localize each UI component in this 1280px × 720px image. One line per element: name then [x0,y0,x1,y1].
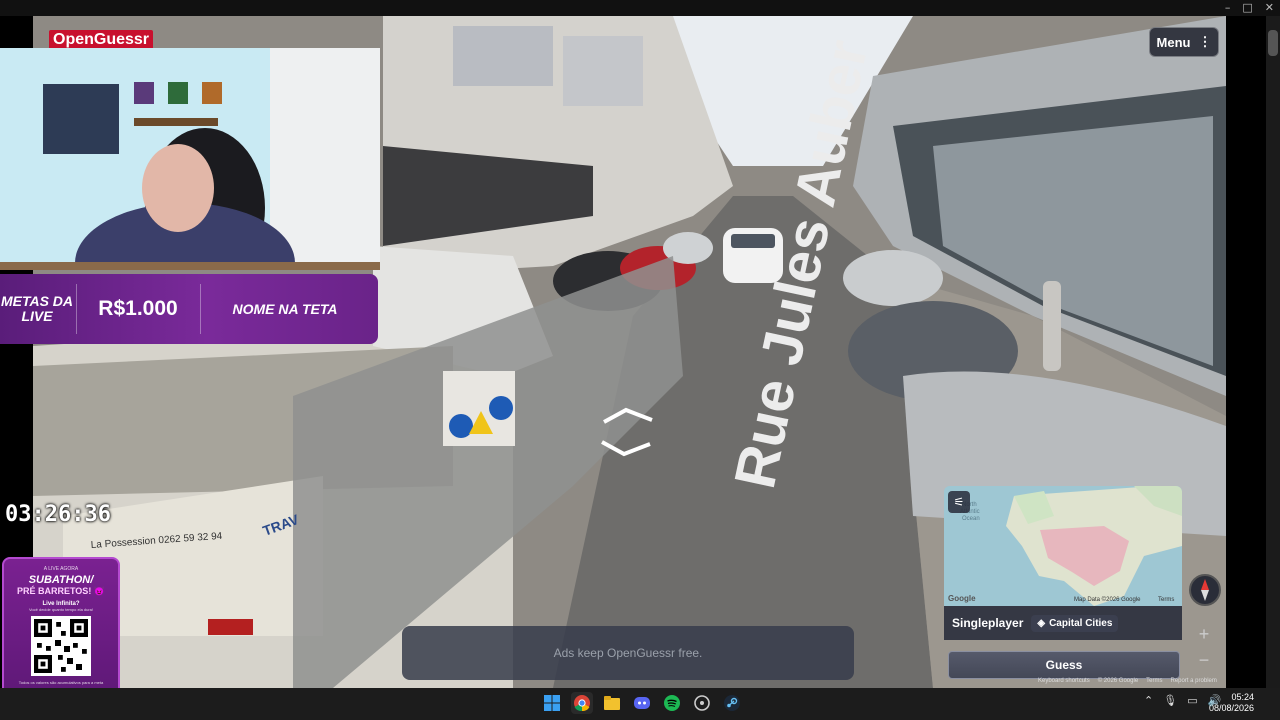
kebab-icon: ⋮ [1198,34,1212,49]
report-problem-link[interactable]: Report a problem [1171,678,1217,684]
divider [200,284,201,334]
discord-icon[interactable] [631,692,653,714]
goal-description: NOME NA TETA [232,300,338,317]
webcam-image [0,48,380,270]
game-mode-bar: Singleplayer ◈ Capital Cities [944,606,1182,640]
window-controls: – □ ✕ [1225,1,1274,14]
ad-text: Ads keep OpenGuessr free. [553,646,703,660]
copyright-text: © 2026 Google [1097,678,1139,684]
openguessr-logo[interactable]: OpenGuessr [49,30,154,50]
subathon-footer: Todos os valores são acumulativos para a… [18,680,104,685]
zoom-out-button[interactable]: − [1194,650,1214,670]
layers-icon: ◈ [1037,617,1046,629]
map-terms-link[interactable]: Terms [1158,597,1174,603]
windows-start-icon[interactable] [541,692,563,714]
map-pack-label: Capital Cities [1049,617,1113,629]
map-settings-button[interactable]: ⚟ [948,491,970,513]
window-titlebar [0,0,1280,16]
webcam-overlay [0,48,380,270]
taskbar-clock[interactable]: 05:24 08/08/2026 [1209,692,1254,714]
clock-date: 08/08/2026 [1208,703,1254,713]
menu-label: Menu [1156,34,1191,50]
goals-label: METAS DA LIVE [0,293,74,324]
guess-button[interactable]: Guess [948,651,1180,679]
ad-banner: Ads keep OpenGuessr free. [402,626,854,680]
compass-icon[interactable] [1189,574,1221,606]
map-pack-chip[interactable]: ◈ Capital Cities [1031,614,1119,632]
minimize-button[interactable]: – [1225,1,1231,14]
file-explorer-icon[interactable] [601,692,623,714]
taskbar-apps [541,692,743,714]
game-mode-label: Singleplayer [952,616,1024,630]
goal-amount: R$1.000 [98,297,178,320]
backward-arrow-icon [601,440,651,457]
subathon-subtitle: PRÉ BARRETOS! 😈 [16,586,106,596]
divider [76,284,77,334]
goals-label-block: METAS DA LIVE [0,274,74,344]
svg-text:Ocean: Ocean [962,516,980,522]
steam-icon[interactable] [721,692,743,714]
stream-goals-banner: METAS DA LIVE R$1.000 NOME NA TETA [0,274,378,344]
keyboard-shortcuts-link[interactable]: Keyboard shortcuts [1038,678,1090,684]
guess-map[interactable]: North Atlantic Ocean [944,486,1182,606]
terms-link[interactable]: Terms [1146,678,1162,684]
live-now-label: A LIVE AGORA [43,566,79,572]
chevron-up-icon[interactable]: ⌃ [1144,694,1153,707]
clock-time: 05:24 [1231,692,1254,702]
goal-amount-block: R$1.000 [78,274,198,344]
map-attribution: Map Data ©2026 Google [1074,597,1141,603]
maximize-button[interactable]: □ [1242,1,1252,14]
close-button[interactable]: ✕ [1265,1,1274,14]
microphone-icon[interactable]: 🎙 [1163,694,1177,707]
qr-code-icon [31,616,91,676]
scrollbar-thumb[interactable] [1268,30,1278,56]
goal-description-block: NOME NA TETA [202,274,368,344]
map-footer-links: Keyboard shortcuts © 2026 Google Terms R… [1038,678,1217,684]
sliders-icon: ⚟ [953,495,965,509]
forward-arrow-icon [603,407,653,424]
stream-timer: 03:26:36 [5,502,111,527]
google-logo: Google [948,594,976,603]
menu-button[interactable]: Menu ⋮ [1149,27,1219,57]
zoom-in-button[interactable]: + [1194,624,1214,644]
subathon-title: SUBATHON/ [28,574,94,586]
chrome-icon[interactable] [571,692,593,714]
scrollbar-track[interactable] [1266,16,1280,688]
spotify-icon[interactable] [661,692,683,714]
display-icon[interactable]: ▭ [1187,694,1197,707]
navigation-arrows[interactable] [596,404,662,460]
subathon-note: Você decide quanto tempo ela dura! [28,607,94,612]
map-image: North Atlantic Ocean [944,486,1182,606]
app-icon[interactable] [691,692,713,714]
